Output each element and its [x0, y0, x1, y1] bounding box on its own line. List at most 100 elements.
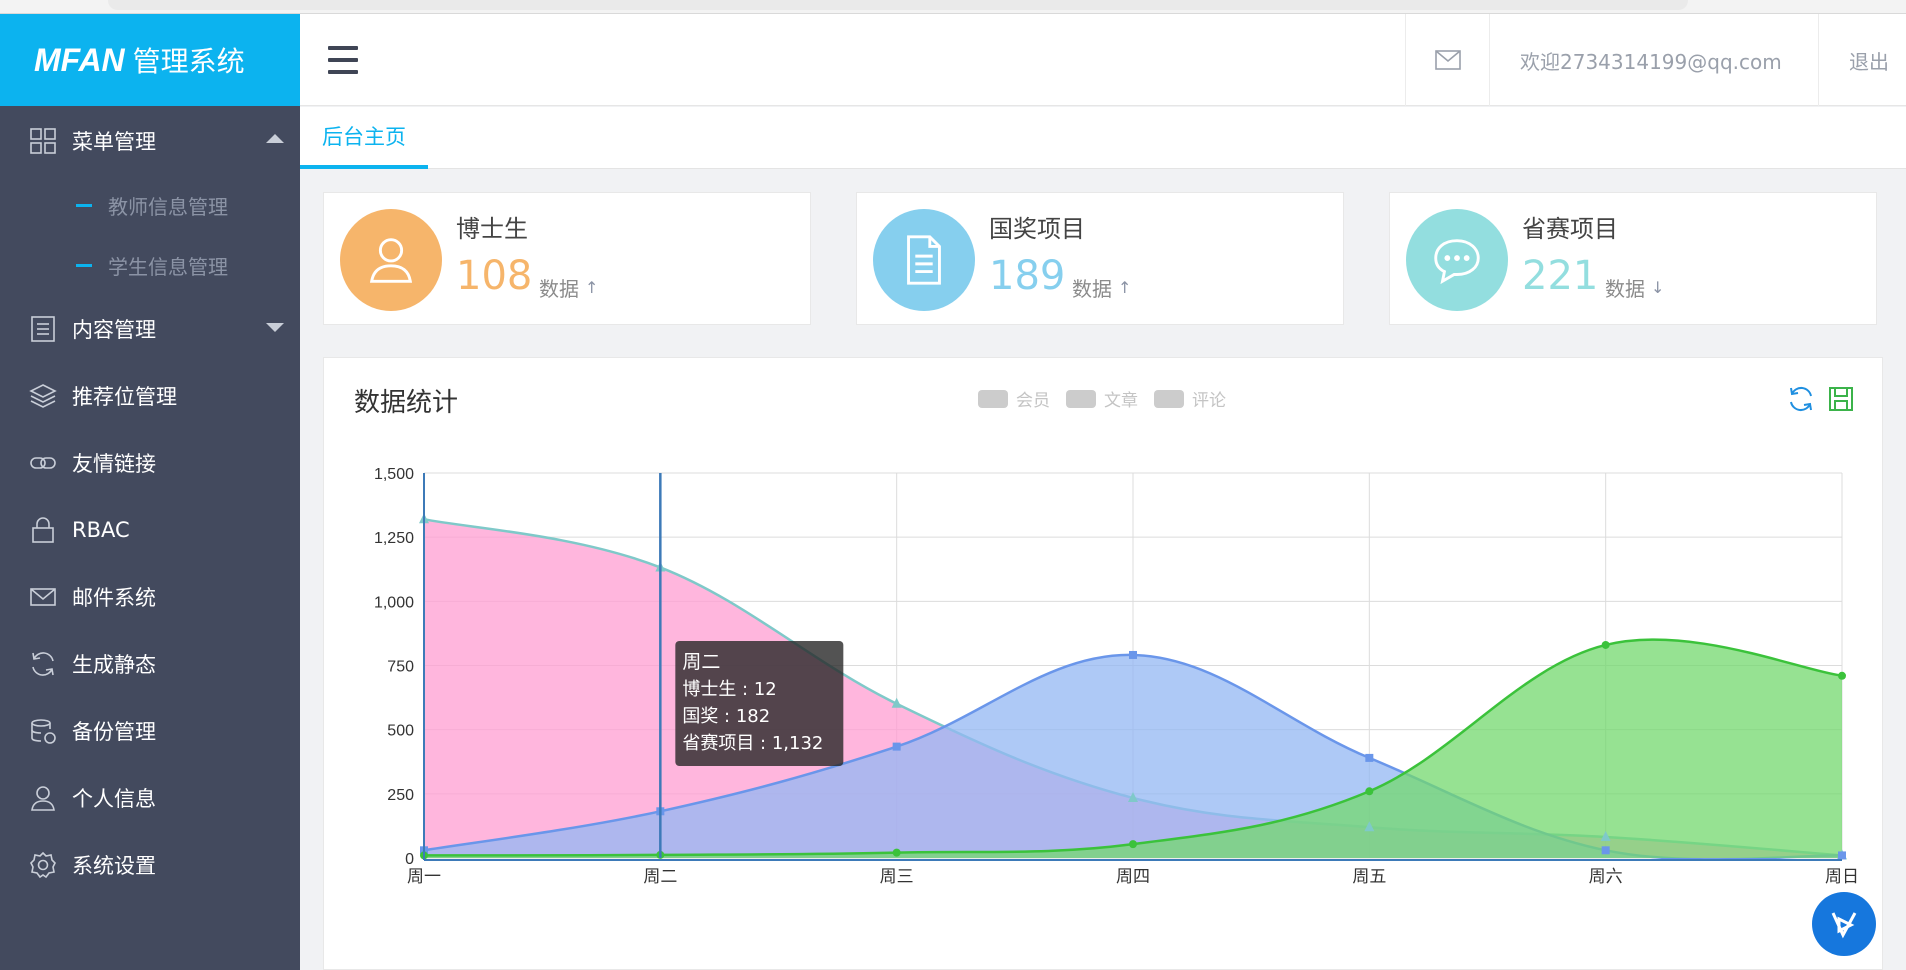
data-point	[1365, 787, 1374, 796]
x-tick-label: 周五	[1352, 867, 1386, 887]
stat-value: 108	[456, 253, 533, 299]
sidebar-item-backup[interactable]: 备份管理	[0, 697, 300, 764]
sidebar-menu: 菜单管理 教师信息管理 学生信息管理 内容管理 推荐位管理 友情链接 RBAC …	[0, 106, 300, 898]
user-icon	[340, 209, 442, 311]
refresh-icon[interactable]	[1786, 384, 1816, 414]
top-header: 欢迎2734314199@qq.com 退出	[300, 14, 1906, 106]
stat-title: 省赛项目	[1522, 215, 1618, 243]
legend-item[interactable]: 文章	[1066, 386, 1138, 411]
layers-icon	[28, 381, 58, 411]
stat-unit-label: 数据	[539, 277, 579, 301]
tooltip-title: 周二	[682, 651, 720, 673]
database-icon	[28, 716, 58, 746]
logo-system-name: 管理系统	[132, 45, 245, 78]
stat-title: 博士生	[456, 215, 528, 243]
chart-legend: 会员 文章 评论	[978, 386, 1242, 411]
data-point	[1601, 640, 1610, 649]
sidebar-item-menu-management[interactable]: 菜单管理	[0, 106, 300, 175]
sidebar-subitem-student-info[interactable]: 学生信息管理	[0, 235, 300, 295]
logo[interactable]: MFAN 管理系统	[0, 14, 300, 106]
mail-button[interactable]	[1405, 14, 1489, 106]
y-tick-label: 1,000	[374, 594, 414, 611]
sidebar-subitem-label: 学生信息管理	[108, 254, 228, 279]
y-tick-label: 1,250	[374, 530, 414, 547]
dash-icon	[76, 203, 92, 207]
hamburger-menu-icon[interactable]	[328, 46, 358, 74]
chat-bubble-icon	[1406, 209, 1508, 311]
legend-item[interactable]: 评论	[1154, 386, 1226, 411]
arrow-up-icon: ↑	[585, 278, 599, 297]
lock-icon	[28, 515, 58, 545]
browser-toolbar	[0, 0, 1906, 14]
panel-title: 数据统计	[354, 388, 459, 418]
save-icon[interactable]	[1826, 384, 1856, 414]
sidebar-item-label: 菜单管理	[72, 129, 156, 154]
sidebar-item-recommend[interactable]: 推荐位管理	[0, 362, 300, 429]
data-point	[1365, 753, 1374, 762]
sidebar-subitem-label: 教师信息管理	[108, 194, 228, 219]
stat-value: 221	[1522, 253, 1599, 299]
sidebar-item-content-management[interactable]: 内容管理	[0, 295, 300, 362]
sidebar-item-label: 邮件系统	[72, 585, 156, 610]
stat-title: 国奖项目	[989, 215, 1085, 243]
data-point	[892, 848, 901, 857]
data-point	[1601, 846, 1610, 855]
gear-icon	[28, 850, 58, 880]
tab-bar: 后台主页	[300, 107, 1906, 169]
tab-dashboard-home[interactable]: 后台主页	[300, 107, 428, 169]
sidebar-item-profile[interactable]: 个人信息	[0, 764, 300, 831]
area-chart: 02505007501,0001,2501,500周一 周二 周三 周四 周五 周六 周日周…	[374, 466, 1859, 887]
chevron-down-icon	[266, 323, 284, 332]
link-icon	[28, 448, 58, 478]
tooltip-line: 国奖 : 182	[682, 706, 770, 727]
sidebar-item-label: 推荐位管理	[72, 384, 177, 409]
data-point	[1838, 851, 1846, 860]
welcome-user[interactable]: 欢迎2734314199@qq.com	[1489, 14, 1818, 106]
mail-icon	[28, 582, 58, 612]
sidebar-subitem-teacher-info[interactable]: 教师信息管理	[0, 175, 300, 235]
stat-card-phd: 博士生 108 数据 ↑	[323, 192, 811, 325]
sidebar-item-settings[interactable]: 系统设置	[0, 831, 300, 898]
x-tick-label: 周一	[407, 867, 441, 887]
sidebar-item-rbac[interactable]: RBAC	[0, 496, 300, 563]
stat-card-national-award: 国奖项目 189 数据 ↑	[856, 192, 1344, 325]
sidebar-item-label: 系统设置	[72, 853, 156, 878]
header-actions: 欢迎2734314199@qq.com 退出	[1405, 14, 1906, 106]
y-tick-label: 500	[387, 723, 414, 740]
data-point	[1129, 840, 1137, 849]
stat-unit-label: 数据	[1605, 277, 1645, 301]
legend-label: 评论	[1192, 391, 1226, 411]
sidebar-item-links[interactable]: 友情链接	[0, 429, 300, 496]
sidebar-item-label: RBAC	[72, 517, 130, 542]
user-icon	[28, 783, 58, 813]
sidebar-item-mail[interactable]: 邮件系统	[0, 563, 300, 630]
x-tick-label: 周三	[880, 867, 914, 887]
document-list-icon	[28, 314, 58, 344]
data-point	[1838, 671, 1846, 680]
chart-toolbox	[1776, 384, 1856, 414]
submenu: 教师信息管理 学生信息管理	[0, 175, 300, 295]
sidebar-item-label: 备份管理	[72, 719, 156, 744]
stat-unit: 数据 ↑	[539, 273, 598, 302]
y-tick-label: 250	[387, 787, 414, 804]
chart-panel: 0 250 500 750 1,000 1,250 1,500 周一 周二 周三 周四 周五 周六 周日周…	[323, 357, 1883, 970]
x-tick-label: 周日	[1825, 867, 1859, 887]
document-icon	[873, 209, 975, 311]
chevron-up-icon	[266, 134, 284, 143]
stat-unit-label: 数据	[1072, 277, 1112, 301]
legend-item[interactable]: 会员	[978, 386, 1050, 411]
grid-icon	[28, 126, 58, 156]
stat-card-provincial: 省赛项目 221 数据 ↓	[1389, 192, 1877, 325]
play-assist-icon	[1831, 912, 1857, 939]
legend-label: 会员	[1016, 391, 1050, 411]
sidebar: MFAN 管理系统 菜单管理 教师信息管理 学生信息管理 内容管理 推荐位管理 …	[0, 14, 300, 970]
logout-button[interactable]: 退出	[1818, 14, 1906, 106]
tooltip-line: 博士生 : 12	[682, 679, 776, 700]
y-tick-label: 0	[405, 851, 414, 868]
address-bar[interactable]	[108, 0, 1688, 10]
x-tick-label: 周二	[643, 867, 677, 887]
arrow-up-icon: ↑	[1118, 278, 1132, 297]
assistant-button[interactable]	[1812, 892, 1876, 956]
sidebar-item-static[interactable]: 生成静态	[0, 630, 300, 697]
stat-value: 189	[989, 253, 1066, 299]
